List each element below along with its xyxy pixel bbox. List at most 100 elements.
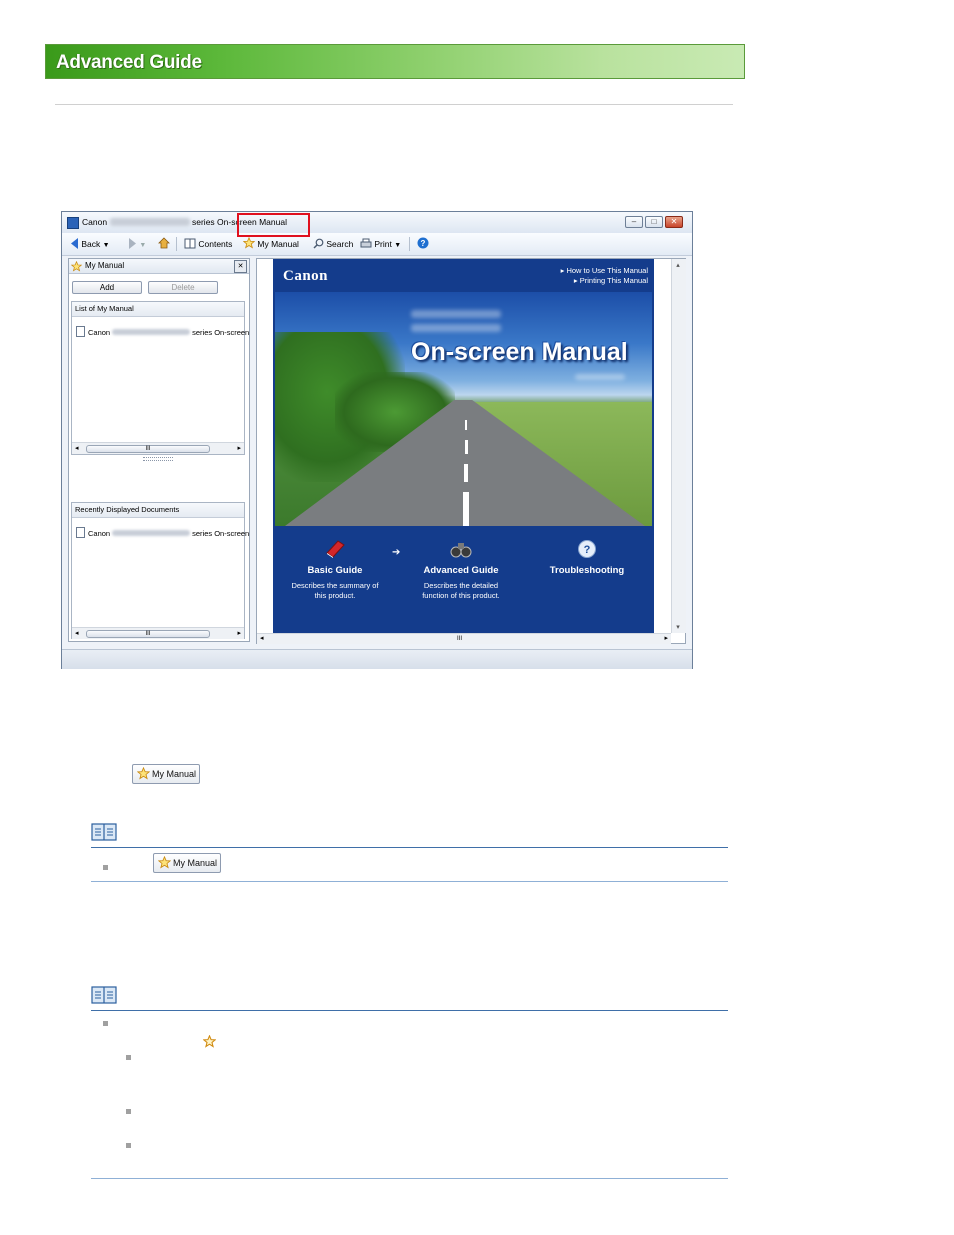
question-bubble-icon: ? [578, 540, 596, 558]
note-divider [91, 847, 728, 848]
svg-text:?: ? [584, 544, 591, 556]
list-header: List of My Manual [72, 302, 244, 317]
list-item[interactable]: Canon series On-screen [76, 326, 249, 338]
search-icon [313, 238, 324, 249]
star-icon [71, 261, 82, 272]
link-label: How to Use This Manual [566, 266, 648, 275]
toolbar-separator [176, 237, 177, 251]
recent-header: Recently Displayed Documents [72, 503, 244, 518]
blurred-series-text [411, 324, 501, 332]
home-button[interactable] [158, 237, 170, 251]
road-marking [465, 440, 468, 454]
scroll-thumb[interactable]: III [86, 630, 210, 638]
forward-button[interactable]: ▼ [128, 237, 146, 251]
pane-header: My Manual ✕ [69, 259, 249, 274]
sub-bullet [126, 1109, 131, 1114]
bullet [103, 1021, 108, 1026]
advanced-guide-link[interactable]: Advanced Guide Describes the detailed fun… [401, 539, 521, 601]
road-marking [463, 492, 469, 526]
contents-button[interactable]: Contents [184, 237, 232, 251]
my-manual-pane: My Manual ✕ Add Delete List of My Manual… [68, 258, 250, 642]
category-name: Troubleshooting [549, 565, 625, 576]
road-marking [465, 420, 467, 430]
document-icon [76, 326, 85, 337]
manual-window-screenshot: Canon series On-screen Manual – □ ✕ Back… [61, 211, 693, 669]
recent-documents-list: Recently Displayed Documents Canon series… [71, 502, 249, 639]
blurred-model-name [110, 218, 190, 226]
print-label: Print [374, 239, 392, 249]
canon-logo: Canon [283, 268, 329, 284]
blurred-series-text [411, 310, 501, 318]
pane-title: My Manual [85, 261, 125, 270]
document-icon [76, 527, 85, 538]
add-button[interactable]: Add [72, 281, 142, 294]
hero-image: On-screen Manual [275, 292, 652, 526]
toolbar: Back ▼ ▼ Contents My Manual Search Print… [62, 233, 692, 256]
list-item-suffix: series On-screen [192, 529, 250, 538]
back-label: Back [81, 239, 101, 249]
header-divider [55, 104, 733, 105]
help-button[interactable]: ? [417, 237, 429, 251]
list-item-prefix: Canon [88, 529, 111, 538]
search-button[interactable]: Search [313, 237, 353, 251]
scroll-thumb[interactable]: III [86, 445, 210, 453]
scroll-thumb[interactable]: III [457, 634, 462, 644]
category-name: Basic Guide [307, 565, 363, 576]
printing-manual-link[interactable]: ▸ Printing This Manual [574, 276, 648, 286]
star-icon [158, 856, 171, 869]
back-arrow-icon [71, 238, 78, 249]
search-label: Search [326, 239, 354, 249]
sub-bullet [126, 1143, 131, 1148]
road-marking [464, 464, 468, 482]
my-manual-button-illustration: My Manual [153, 853, 221, 873]
app-icon [67, 217, 79, 229]
print-button[interactable]: Print ▼ [360, 237, 401, 251]
my-manual-button[interactable]: My Manual [242, 236, 299, 251]
list-item[interactable]: Canon series On-screen [76, 527, 249, 539]
status-bar [62, 649, 692, 669]
page-title: Advanced Guide [56, 52, 202, 73]
splitter-grip[interactable] [143, 457, 173, 461]
basic-guide-link[interactable]: Basic Guide Describes the summary of this… [275, 539, 395, 601]
delete-button[interactable]: Delete [148, 281, 218, 294]
pane-close-button[interactable]: ✕ [234, 260, 247, 273]
category-name: Advanced Guide [423, 565, 499, 576]
link-label: Printing This Manual [579, 276, 648, 285]
toolbar-separator [409, 237, 410, 251]
blurred-version-text [575, 374, 625, 380]
book-note-icon [91, 986, 117, 1004]
note-end-divider [91, 1178, 728, 1179]
how-to-use-link[interactable]: ▸ How to Use This Manual [561, 266, 648, 276]
star-icon [242, 236, 256, 249]
book-note-icon [91, 823, 117, 841]
star-icon [203, 1035, 216, 1048]
my-manual-label: My Manual [257, 239, 299, 249]
note-divider [91, 1010, 728, 1011]
horizontal-scrollbar[interactable]: ◂ III ▸ [257, 633, 671, 644]
horizontal-scrollbar[interactable]: ◂ III ▸ [72, 442, 244, 454]
horizontal-scrollbar[interactable]: ◂ III ▸ [72, 627, 244, 639]
star-icon [137, 767, 150, 780]
blurred-model-name [112, 329, 191, 335]
bullet [103, 865, 108, 870]
manual-top-page: Canon ▸ How to Use This Manual ▸ Printin… [273, 259, 654, 633]
back-button[interactable]: Back ▼ [70, 237, 110, 251]
my-manual-button-illustration: My Manual [132, 764, 200, 784]
my-manual-highlight-box [237, 213, 310, 237]
note-end-divider [91, 881, 728, 882]
troubleshooting-link[interactable]: ? Troubleshooting [527, 539, 647, 576]
button-label: My Manual [152, 769, 197, 779]
book-icon [326, 540, 345, 558]
sub-bullet [126, 1055, 131, 1060]
manual-viewer: Canon ▸ How to Use This Manual ▸ Printin… [256, 258, 686, 644]
contents-label: Contents [198, 239, 233, 249]
svg-text:?: ? [421, 239, 426, 248]
vertical-scrollbar[interactable]: ▴ ▾ [671, 259, 686, 633]
close-button[interactable]: ✕ [665, 216, 683, 228]
minimize-button[interactable]: – [625, 216, 643, 228]
button-label: My Manual [173, 858, 218, 868]
hero-title: On-screen Manual [411, 338, 628, 366]
maximize-button[interactable]: □ [645, 216, 663, 228]
blurred-model-name [112, 530, 191, 536]
list-item-suffix: series On-screen [192, 328, 250, 337]
